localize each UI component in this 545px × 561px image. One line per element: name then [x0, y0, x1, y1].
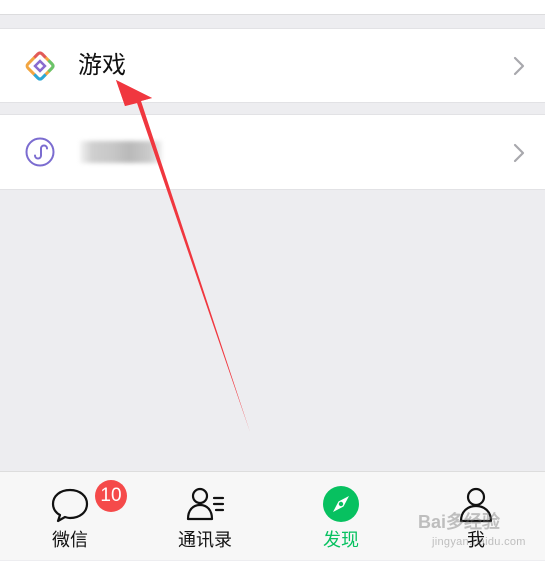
tab-label: 通讯录 — [178, 530, 232, 551]
tab-me[interactable]: 我 — [426, 472, 526, 561]
tab-label: 我 — [467, 530, 485, 551]
contacts-icon — [186, 487, 225, 521]
chat-bubble-icon — [51, 488, 89, 523]
bottom-tab-bar: 10 微信 通讯录 发现 我 — [0, 471, 545, 560]
mini-programs-row[interactable] — [0, 114, 545, 190]
person-icon — [459, 487, 493, 523]
tab-label: 微信 — [52, 530, 88, 551]
games-label: 游戏 — [78, 51, 126, 79]
tab-label: 发现 — [323, 530, 359, 551]
tab-contacts[interactable]: 通讯录 — [155, 472, 255, 561]
compass-icon — [323, 486, 359, 522]
mini-program-icon — [25, 137, 55, 167]
chevron-right-icon — [513, 56, 525, 76]
games-diamond-icon — [25, 51, 55, 81]
tab-discover[interactable]: 发现 — [291, 472, 391, 561]
chevron-right-icon — [513, 143, 525, 163]
previous-list-row — [0, 0, 545, 15]
unread-badge: 10 — [95, 480, 127, 512]
games-row[interactable]: 游戏 — [0, 28, 545, 103]
tab-chats[interactable]: 10 微信 — [20, 472, 127, 561]
obscured-label — [80, 141, 162, 163]
